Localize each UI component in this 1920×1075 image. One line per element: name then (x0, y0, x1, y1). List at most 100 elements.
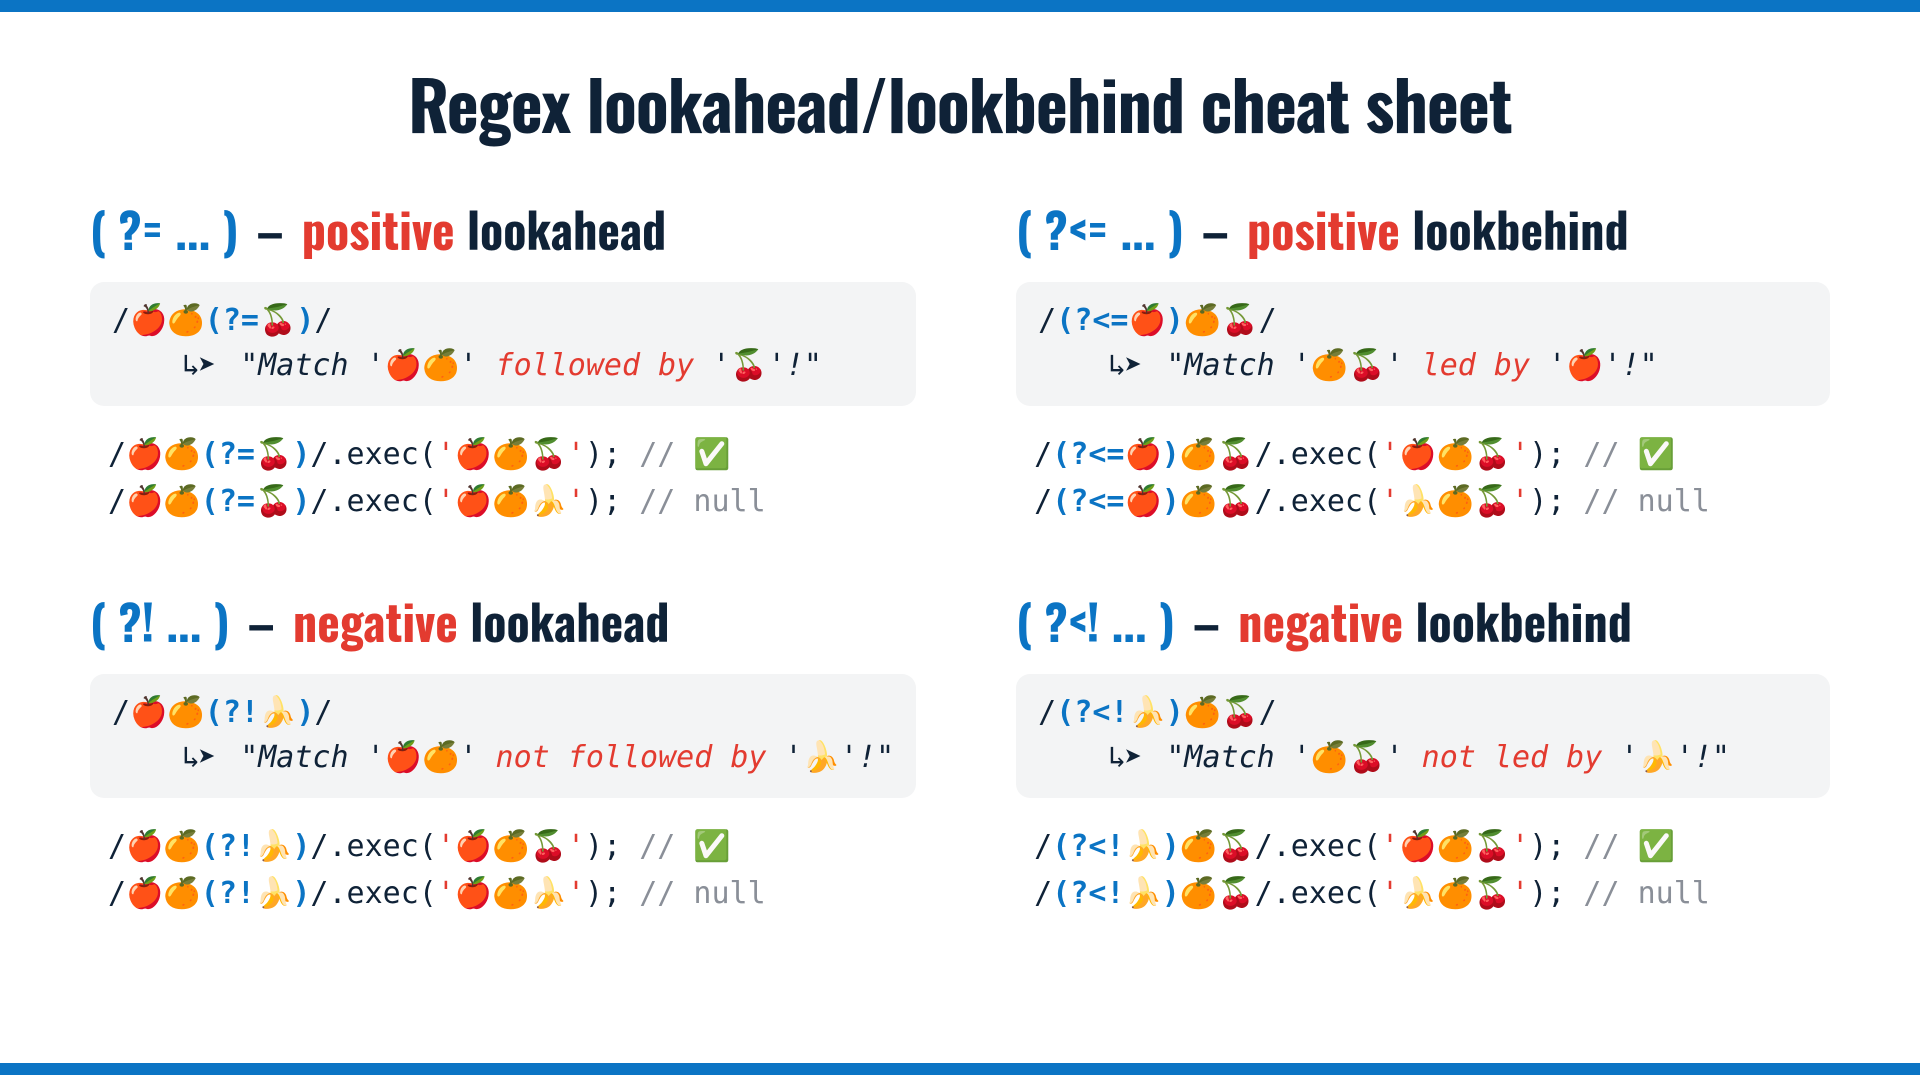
pattern-line: /🍎🍊(?!🍌)/ (112, 690, 894, 735)
desc-mid2: ' (694, 348, 730, 383)
ex-exec: /.exec( (1255, 484, 1381, 519)
ex-slash: / (1034, 829, 1052, 864)
qualifier: negative (1238, 585, 1403, 656)
example-match: /🍎🍊(?!🍌)/.exec('🍎🍊🍒'); // ✅ (90, 824, 916, 871)
ex-exec: /.exec( (1255, 829, 1381, 864)
ex-string: '🍎🍊🍒' (1381, 437, 1529, 472)
syntax-token: ( ?! ... ) (90, 585, 230, 656)
arrow-icon: ↳➤ (182, 740, 214, 775)
pattern-body: 🍎🍊 (130, 695, 205, 730)
syntax-token: ( ?= ... ) (90, 193, 238, 264)
pattern-line: /(?<!🍌)🍊🍒/ (1038, 690, 1808, 735)
lookbehind-group: (?<!🍌) (1056, 695, 1184, 730)
ex-comment: // (1583, 437, 1619, 472)
check-icon: ✅ (675, 829, 730, 864)
check-icon: ✅ (1620, 437, 1675, 472)
ex-comment: // (1583, 829, 1619, 864)
ex-close: ); (1529, 829, 1583, 864)
example-match: /🍎🍊(?=🍒)/.exec('🍎🍊🍒'); // ✅ (90, 432, 916, 479)
desc-tail: 🍌 (1638, 740, 1675, 775)
pattern-explanation-box: /(?<=🍎)🍊🍒/ ↳➤ "Match '🍊🍒' led by '🍎'!" (1016, 282, 1830, 406)
desc-relation: led by (1422, 348, 1530, 383)
desc-relation: followed by (496, 348, 695, 383)
negative-lookahead-section: ( ?! ... ) – negative lookahead /🍎🍊(?!🍌)… (90, 585, 916, 917)
desc-relation: not followed by (496, 740, 767, 775)
desc-target: 🍎🍊 (385, 348, 460, 383)
ex-body: 🍊🍒 (1180, 484, 1255, 519)
ex-look: (?=🍒) (201, 437, 311, 472)
ex-exec: /.exec( (1255, 876, 1381, 911)
desc-mid1: ' (1386, 740, 1422, 775)
example-null: /(?<=🍎)🍊🍒/.exec('🍌🍊🍒'); // null (1016, 479, 1830, 526)
desc-post: '!" (1604, 348, 1658, 383)
ex-slash: / (108, 484, 126, 519)
desc-post: '!" (840, 740, 894, 775)
desc-pre: "Match ' (1166, 740, 1311, 775)
check-icon: ✅ (675, 437, 730, 472)
example-null: /🍎🍊(?=🍒)/.exec('🍎🍊🍌'); // null (90, 479, 916, 526)
ex-body: 🍎🍊 (126, 484, 201, 519)
ex-body: 🍊🍒 (1180, 876, 1255, 911)
ex-close: ); (585, 484, 639, 519)
desc-pre: "Match ' (240, 348, 385, 383)
ex-slash: / (108, 437, 126, 472)
ex-slash: / (108, 829, 126, 864)
explanation-line: ↳➤ "Match '🍊🍒' led by '🍎'!" (1038, 343, 1808, 388)
ex-body: 🍎🍊 (126, 829, 201, 864)
pattern-body: 🍊🍒 (1184, 303, 1259, 338)
ex-body: 🍊🍒 (1180, 829, 1255, 864)
cheat-sheet-grid: ( ?= ... ) – positive lookahead /🍎🍊(?=🍒)… (70, 193, 1850, 917)
lookbehind-group: (?<=🍎) (1056, 303, 1184, 338)
desc-target: 🍊🍒 (1311, 348, 1386, 383)
dash: – (257, 193, 284, 264)
ex-string: '🍌🍊🍒' (1381, 876, 1529, 911)
kind-text: lookahead (467, 193, 666, 264)
bottom-border (0, 1063, 1920, 1075)
ex-close: ); (1529, 484, 1583, 519)
desc-target: 🍊🍒 (1311, 740, 1386, 775)
kind-text: lookahead (470, 585, 669, 656)
ex-look: (?<=🍎) (1052, 484, 1180, 519)
ex-exec: /.exec( (310, 829, 436, 864)
ex-exec: /.exec( (1255, 437, 1381, 472)
desc-relation: not led by (1422, 740, 1603, 775)
section-heading: ( ?! ... ) – negative lookahead (90, 585, 916, 656)
desc-mid1: ' (459, 740, 495, 775)
slash-open: / (1038, 695, 1056, 730)
desc-target: 🍎🍊 (385, 740, 460, 775)
desc-mid1: ' (459, 348, 495, 383)
page-title: Regex lookahead/lookbehind cheat sheet (70, 52, 1850, 153)
ex-body: 🍎🍊 (126, 437, 201, 472)
desc-mid2: ' (766, 740, 802, 775)
ex-string: '🍎🍊🍒' (1381, 829, 1529, 864)
ex-look: (?!🍌) (201, 829, 311, 864)
pattern-explanation-box: /🍎🍊(?=🍒)/ ↳➤ "Match '🍎🍊' followed by '🍒'… (90, 282, 916, 406)
pattern-line: /🍎🍊(?=🍒)/ (112, 298, 894, 343)
desc-post: '!" (768, 348, 822, 383)
pattern-line: /(?<=🍎)🍊🍒/ (1038, 298, 1808, 343)
explanation-line: ↳➤ "Match '🍎🍊' not followed by '🍌'!" (112, 735, 894, 780)
ex-string: '🍎🍊🍌' (437, 484, 585, 519)
example-match: /(?<!🍌)🍊🍒/.exec('🍎🍊🍒'); // ✅ (1016, 824, 1830, 871)
section-heading: ( ?= ... ) – positive lookahead (90, 193, 916, 264)
ex-comment-null: // null (639, 484, 765, 519)
positive-lookahead-section: ( ?= ... ) – positive lookahead /🍎🍊(?=🍒)… (90, 193, 916, 525)
desc-tail: 🍎 (1566, 348, 1603, 383)
slash-open: / (112, 695, 130, 730)
ex-look: (?<=🍎) (1052, 437, 1180, 472)
pattern-body: 🍊🍒 (1184, 695, 1259, 730)
lookahead-group: (?!🍌) (205, 695, 315, 730)
kind-text: lookbehind (1415, 585, 1631, 656)
dash: – (1202, 193, 1229, 264)
example-null: /(?<!🍌)🍊🍒/.exec('🍌🍊🍒'); // null (1016, 871, 1830, 918)
dash: – (248, 585, 275, 656)
ex-look: (?=🍒) (201, 484, 311, 519)
ex-comment-null: // null (639, 876, 765, 911)
top-border (0, 0, 1920, 12)
negative-lookbehind-section: ( ?<! ... ) – negative lookbehind /(?<!🍌… (1016, 585, 1830, 917)
page-content: Regex lookahead/lookbehind cheat sheet (… (0, 12, 1920, 1063)
desc-mid2: ' (1602, 740, 1638, 775)
ex-slash: / (108, 876, 126, 911)
pattern-explanation-box: /🍎🍊(?!🍌)/ ↳➤ "Match '🍎🍊' not followed by… (90, 674, 916, 798)
ex-exec: /.exec( (310, 484, 436, 519)
